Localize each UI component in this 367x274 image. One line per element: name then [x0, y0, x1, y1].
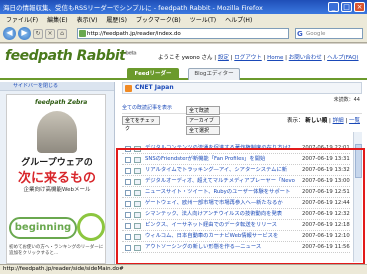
item-checkbox[interactable] [125, 245, 131, 251]
list-item[interactable]: ピンクス、イーサネット経由でのデータ転送をリリース 2007-06-19 12:1… [122, 221, 350, 231]
unread-count: 44 [353, 97, 360, 103]
list-item[interactable]: リアルタイムでトラッキング—アイ、シアターシステムに新 2007-06-19 13… [122, 166, 350, 176]
ad-banner[interactable]: feedpath Zebra グループウェアの 次に来るもの 企業向け高機能We… [6, 94, 106, 264]
article-icon [134, 212, 141, 218]
status-text: http://feedpath.jp/reader/side/sideMain.… [3, 266, 124, 272]
article-icon [134, 190, 141, 196]
article-icon [134, 179, 141, 185]
ad-beginning: beginning [9, 217, 77, 239]
sidebar-close-link[interactable]: サイドバーを閉じる [0, 82, 114, 91]
list-item[interactable]: デジタルコンテンツの流通を促進する著作権制度の在り方は? 2007-06-19 2… [122, 144, 350, 154]
list-item[interactable]: シマンテック、法人向けアンチウイルスの技術動向を発表 2007-06-19 12:… [122, 210, 350, 220]
archive-button[interactable]: アーカイブ [186, 116, 220, 125]
minimize-button[interactable]: _ [328, 2, 339, 12]
ad-photo [37, 111, 77, 153]
home-link[interactable]: Home [267, 55, 283, 61]
search-placeholder: Google [306, 31, 326, 37]
list-item[interactable]: ゲートウェイ、欧州一部市場で市場再参入へ—新たなるか 2007-06-19 12:… [122, 199, 350, 209]
ad-brand: feedpath Zebra [35, 99, 88, 106]
feed-subline: 未読数：44 [333, 97, 360, 103]
menu-file[interactable]: ファイル(F) [6, 15, 38, 24]
menu-edit[interactable]: 編集(E) [47, 15, 67, 24]
item-checkbox[interactable] [125, 179, 131, 185]
list-item[interactable]: ウィルコム、日本自動車のカーナビWeb情報サービスを 2007-06-19 12:… [122, 232, 350, 242]
article-icon [134, 201, 141, 207]
item-checkbox[interactable] [125, 234, 131, 240]
feed-name[interactable]: CNET Japan [135, 84, 174, 91]
tab-feed-reader[interactable]: Feedリーダー [127, 68, 179, 80]
search-box[interactable]: G Google [295, 28, 363, 39]
forward-icon[interactable]: ▶ [18, 27, 31, 40]
view-detail[interactable]: 詳細 [333, 118, 344, 124]
maximize-button[interactable]: □ [341, 2, 352, 12]
rss-icon [125, 85, 132, 92]
select-all-button[interactable]: 全て選択 [186, 126, 220, 135]
logout-link[interactable]: ログアウト [234, 55, 262, 61]
item-checkbox[interactable] [125, 223, 131, 229]
home-icon[interactable]: ⌂ [57, 28, 67, 39]
scrollbar-thumb[interactable] [355, 144, 362, 178]
google-icon: G [297, 30, 303, 38]
menu-history[interactable]: 履歴(S) [106, 15, 127, 24]
window-title: 海日の情報収集、受信もRSSリーダーでシンプルに - feedpath Rabb… [3, 4, 263, 12]
username: ywono [181, 55, 200, 61]
article-list: デジタルコンテンツの流通を促進する著作権制度の在り方は? 2007-06-19 2… [122, 144, 362, 262]
item-checkbox[interactable] [125, 190, 131, 196]
back-icon[interactable]: ◀ [3, 27, 16, 40]
list-item[interactable]: デジタルオーディオ、超えてマルチメディアプレーヤー「Nevo TV」 2007-0… [122, 177, 350, 187]
settings-link[interactable]: 設定 [218, 55, 229, 61]
article-icon [134, 223, 141, 229]
item-checkbox[interactable] [125, 168, 131, 174]
contact-link[interactable]: お問い合わせ [289, 55, 322, 61]
view-list[interactable]: 一覧 [349, 118, 360, 124]
status-bar: http://feedpath.jp/reader/side/sideMain.… [0, 264, 367, 274]
feed-controls: 全てをチェック 全て既読 アーカイブ 全て選択 表示： 新しい順 | 詳細 | … [122, 106, 362, 135]
article-icon [134, 168, 141, 174]
list-item[interactable]: アウトソーシングの新しい形態を作る—ニュース 2007-06-19 11:56 [122, 243, 350, 253]
article-list-scrollbar[interactable] [353, 132, 362, 262]
check-all-button[interactable]: 全てをチェック [122, 116, 160, 132]
user-nav: ようこそ ywono さん | 設定 | ログアウト | Home | お問い合… [158, 55, 359, 61]
tab-blog-editor[interactable]: Blogエディター [188, 68, 240, 80]
ad-line3: 企業向け高機能Webメール [23, 187, 91, 193]
menu-help[interactable]: ヘルプ(H) [225, 15, 252, 24]
app-tabs: Feedリーダー Blogエディター [0, 68, 367, 80]
item-checkbox[interactable] [125, 201, 131, 207]
show-read-link[interactable]: 全ての既読記事を表示 [122, 104, 172, 111]
stop-icon[interactable]: × [45, 28, 55, 39]
sidebar: サイドバーを閉じる feedpath Zebra グループウェアの 次に来るもの… [0, 82, 115, 264]
menu-bookmarks[interactable]: ブックマーク(B) [136, 15, 181, 24]
mark-all-read-button[interactable]: 全て既読 [186, 106, 220, 115]
help-link[interactable]: ヘルプ(FAQ) [327, 55, 358, 61]
close-button[interactable]: × [354, 2, 365, 12]
list-item[interactable]: SNSのFriendsterが新機能「Fan Profiles」を開始 2007-… [122, 155, 350, 165]
feed-panel: CNET Japan 未読数：44 全ての既読記事を表示 全てをチェック 全て既… [117, 82, 367, 264]
ad-line2: 次に来るもの [17, 171, 96, 186]
ad-rings-icon [77, 213, 105, 241]
menu-tools[interactable]: ツール(T) [190, 15, 216, 24]
window-titlebar: 海日の情報収集、受信もRSSリーダーでシンプルに - feedpath Rabb… [0, 0, 367, 14]
article-icon [134, 234, 141, 240]
menu-bar: ファイル(F) 編集(E) 表示(V) 履歴(S) ブックマーク(B) ツール(… [0, 14, 367, 25]
item-checkbox[interactable] [125, 212, 131, 218]
article-icon [134, 157, 141, 163]
menu-view[interactable]: 表示(V) [77, 15, 98, 24]
ad-bottom-text: 初めてお使いの方へ・ランキングのリーダーに追加をクリックすると... [9, 245, 104, 256]
article-icon [134, 146, 141, 152]
reload-icon[interactable]: ↻ [33, 28, 43, 39]
item-checkbox[interactable] [125, 157, 131, 163]
address-bar[interactable]: http://feedpath.jp/reader/index.do [77, 28, 289, 39]
list-item[interactable]: ニュースサイト・ツイート、Rubyのユーザー体験をサポート 2007-06-19 … [122, 188, 350, 198]
article-icon [134, 245, 141, 251]
view-newest[interactable]: 新しい順 [305, 118, 327, 124]
item-checkbox[interactable] [125, 146, 131, 152]
address-url: http://feedpath.jp/reader/index.do [87, 31, 181, 37]
app-logo[interactable]: feedpath Rabbitbeta [5, 48, 137, 64]
favicon-icon [79, 30, 86, 37]
page-content: feedpath Rabbitbeta ようこそ ywono さん | 設定 |… [0, 44, 367, 264]
view-options: 表示： 新しい順 | 詳細 | 一覧 [286, 118, 360, 124]
feed-header: CNET Japan [122, 82, 362, 94]
